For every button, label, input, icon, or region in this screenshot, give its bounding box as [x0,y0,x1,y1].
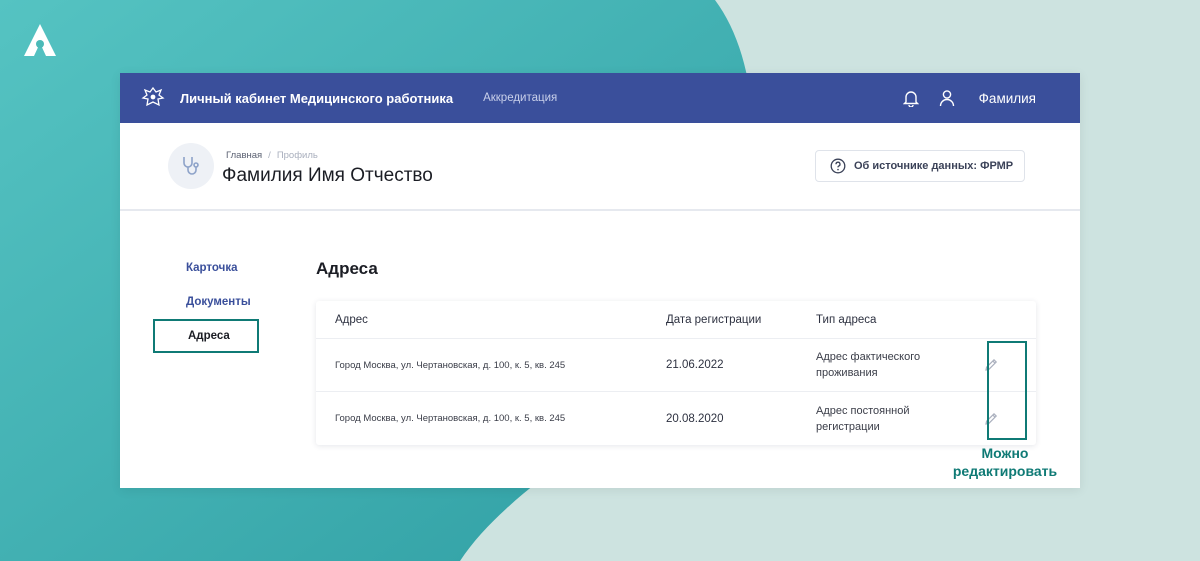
data-source-label: Об источнике данных: ФРМР [854,160,1014,172]
sidebar-item-documents[interactable]: Документы [153,285,259,319]
cell-address: Город Москва, ул. Чертановская, д. 100, … [335,413,566,424]
cell-address: Город Москва, ул. Чертановская, д. 100, … [335,359,566,371]
column-header-address: Адрес [335,313,368,326]
profile-header: Главная / Профиль Фамилия Имя Отчество Об … [120,123,1080,211]
app-window: Личный кабинет Медицинского работника Ак… [120,73,1080,488]
topbar: Личный кабинет Медицинского работника Ак… [120,73,1080,123]
brand-logo-icon [24,24,56,56]
cell-type: Адрес фактического проживания [816,351,921,379]
breadcrumb: Главная / Профиль [226,150,318,161]
column-header-type: Тип адреса [816,313,877,326]
user-name[interactable]: Фамилия [979,91,1036,106]
annotation-line-2: редактировать [952,463,1058,479]
section-title: Адреса [316,259,378,278]
column-header-date: Дата регистрации [666,313,762,326]
app-title[interactable]: Личный кабинет Медицинского работника [180,91,453,106]
user-icon[interactable] [937,88,957,108]
stethoscope-icon [183,157,199,175]
nav-link-accreditation[interactable]: Аккредитация [483,92,557,104]
question-circle-icon [830,158,846,174]
edit-annotation: Можно редактировать [945,444,1065,480]
table-row: Город Москва, ул. Чертановская, д. 100, … [316,392,1036,445]
sidebar-item-addresses[interactable]: Адреса [153,319,259,353]
table-row: Город Москва, ул. Чертановская, д. 100, … [316,339,1036,392]
edit-highlight-frame [987,341,1027,440]
bell-icon[interactable] [901,88,921,108]
page-title: Фамилия Имя Отчество [222,165,433,186]
annotation-line-1: Можно [981,445,1029,461]
avatar [168,143,214,189]
data-source-button[interactable]: Об источнике данных: ФРМР [815,150,1025,182]
cell-type: Адрес постоянной регистрации [816,404,910,433]
sidebar-item-card[interactable]: Карточка [153,251,259,285]
cell-date: 21.06.2022 [666,359,724,371]
addresses-table: Адрес Дата регистрации Тип адреса Город … [316,301,1036,445]
table-header: Адрес Дата регистрации Тип адреса [316,301,1036,339]
cell-date: 20.08.2020 [666,412,724,425]
breadcrumb-current: Профиль [276,150,318,161]
sidebar: Карточка Документы Адреса [153,251,263,353]
breadcrumb-home[interactable]: Главная [226,150,262,161]
coat-of-arms-icon [141,86,165,107]
